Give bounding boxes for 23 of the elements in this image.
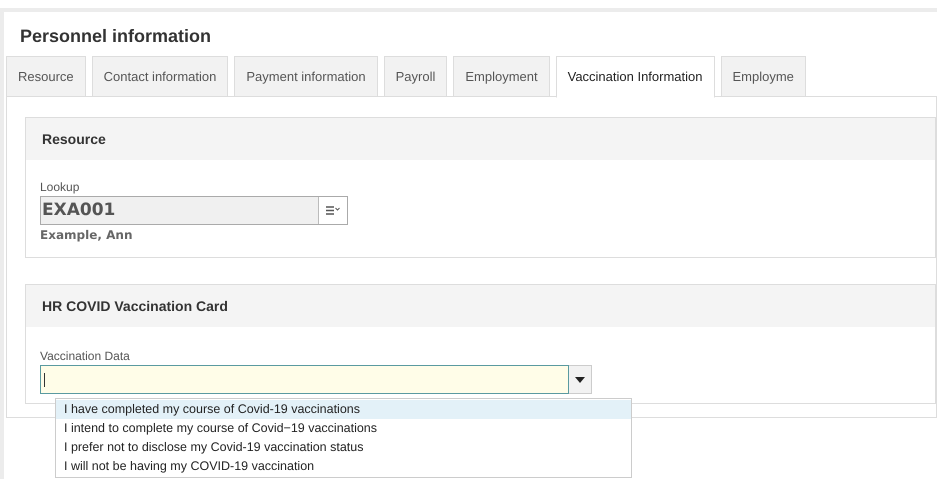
dropdown-option[interactable]: I intend to complete my course of Covid−19 vaccinations [56, 419, 631, 438]
tab[interactable]: Vaccination Information [556, 56, 714, 98]
section-title: HR COVID Vaccination Card [42, 296, 228, 316]
tab[interactable]: Employme [720, 56, 806, 97]
text-cursor [44, 372, 45, 386]
field-label: Vaccination Data [40, 348, 130, 365]
dropdown-button[interactable] [569, 365, 592, 394]
tab[interactable]: Payment information [234, 56, 378, 97]
tab[interactable]: Payroll [384, 56, 448, 97]
tab[interactable]: Employment [453, 56, 550, 97]
page-title: Personnel information [20, 25, 212, 48]
field-label: Lookup [40, 179, 80, 196]
list-dropdown-icon[interactable] [318, 197, 347, 224]
tab[interactable]: Contact information [92, 56, 228, 97]
dropdown-option[interactable]: I have completed my course of Covid-19 vaccinations [56, 400, 631, 419]
dropdown-option[interactable]: I prefer not to disclose my Covid-19 vaccination status [56, 438, 631, 457]
lookup-description: Example, Ann [40, 227, 132, 244]
dropdown-field[interactable] [40, 365, 569, 394]
tab[interactable]: Resource [6, 56, 86, 97]
dropdown-option[interactable]: I will not be having my COVID-19 vaccination [56, 457, 631, 476]
lookup-field[interactable]: EXA001 [40, 196, 348, 225]
section-title: Resource [42, 130, 106, 148]
caret-icon [575, 376, 585, 382]
